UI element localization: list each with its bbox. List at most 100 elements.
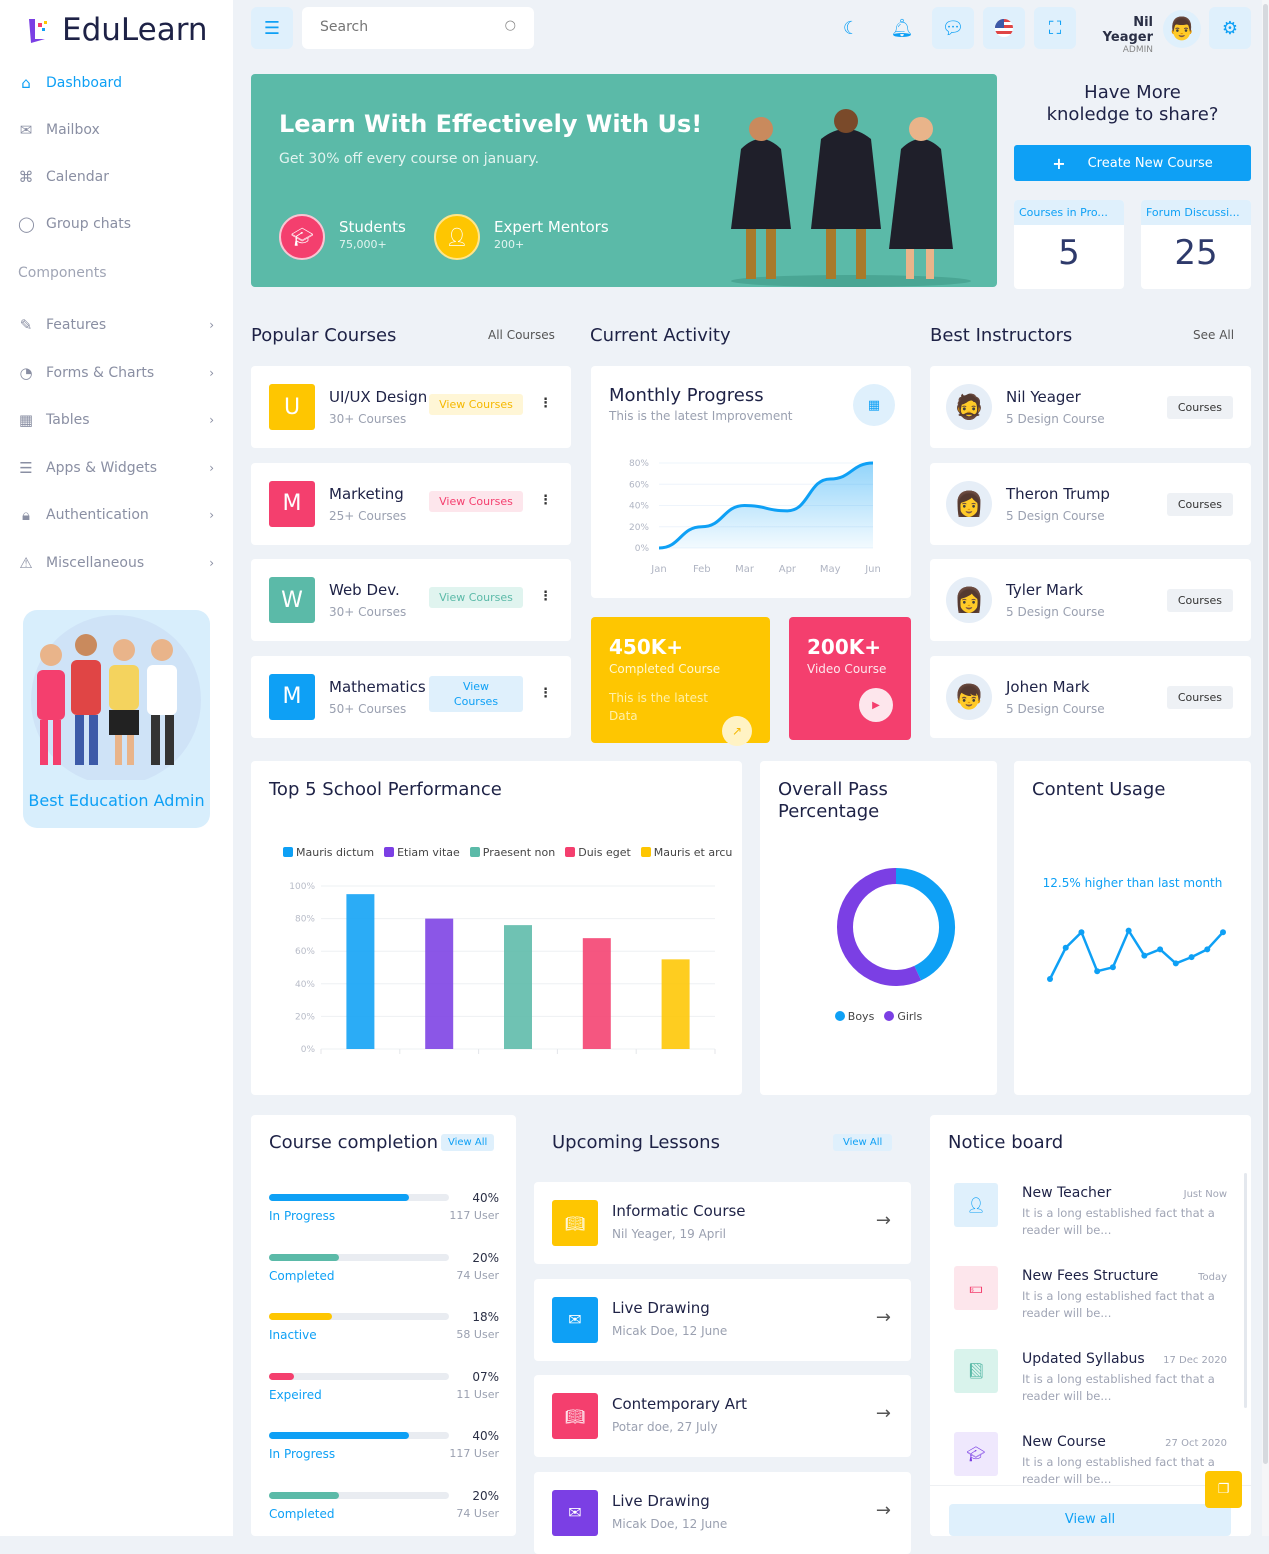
sidebar-item-tables[interactable]: ▦ Tables › xyxy=(18,411,214,429)
notice-title[interactable]: New Course xyxy=(1022,1434,1106,1450)
instructor-item[interactable]: 🧔 Nil Yeager 5 Design Course Courses xyxy=(930,366,1251,448)
stat-value: 25 xyxy=(1174,233,1218,273)
user-info[interactable]: Nil Yeager ADMIN xyxy=(1085,15,1153,55)
courses-in-progress-card[interactable]: Courses in Pro... 5 xyxy=(1014,200,1124,289)
view-all-button[interactable]: View All xyxy=(441,1134,495,1151)
logo[interactable]: EduLearn xyxy=(26,12,208,48)
page-scrollbar[interactable] xyxy=(1262,0,1269,1536)
more-options-icon[interactable]: ⋮ xyxy=(539,686,552,701)
language-button[interactable] xyxy=(983,7,1025,49)
more-options-icon[interactable]: ⋮ xyxy=(539,589,552,604)
legend-item[interactable]: Mauris dictum xyxy=(283,846,374,859)
lesson-title: Live Drawing xyxy=(612,1491,710,1510)
all-courses-link[interactable]: All Courses xyxy=(488,328,555,342)
user-count: 74 User xyxy=(456,1506,499,1520)
card-title: Course completion xyxy=(269,1132,438,1153)
user-count: 74 User xyxy=(456,1268,499,1282)
course-title: Mathematics xyxy=(329,677,426,696)
share-prompt: Have More knoledge to share? xyxy=(1014,82,1251,126)
sidebar-item-forms-charts[interactable]: ◔ Forms & Charts › xyxy=(18,364,214,382)
legend-label: Mauris et arcu xyxy=(653,846,733,859)
chat-widget-button[interactable]: ❐ xyxy=(1205,1471,1242,1508)
stat-value: 450K+ xyxy=(609,635,684,659)
course-letter-badge: M xyxy=(269,673,315,720)
stat-label: Video Course xyxy=(807,662,887,676)
bell-icon: 🔔︎ xyxy=(890,17,914,39)
notice-title[interactable]: New Teacher xyxy=(1022,1185,1111,1201)
completion-row: 40% In Progress 117 User xyxy=(269,1429,499,1461)
sidebar-item-label: Dashboard xyxy=(46,75,122,91)
lesson-item[interactable]: ✉ Live Drawing Micak Doe, 12 June → xyxy=(534,1278,911,1361)
notice-title[interactable]: New Fees Structure xyxy=(1022,1268,1158,1284)
sidebar-item-apps-widgets[interactable]: ☰ Apps & Widgets › xyxy=(18,459,214,477)
sidebar-item-mailbox[interactable]: ✉ Mailbox xyxy=(18,121,214,139)
see-all-link[interactable]: See All xyxy=(1193,328,1234,342)
notifications-button[interactable]: 🔔︎ xyxy=(881,7,923,49)
calendar-icon[interactable]: ▦ xyxy=(853,384,895,426)
settings-button[interactable]: ⚙︎ xyxy=(1209,7,1251,49)
dark-mode-button[interactable]: ☾ xyxy=(830,7,872,49)
instructor-courses: 5 Design Course xyxy=(1006,605,1105,619)
arrow-up-right-icon[interactable]: ↗ xyxy=(722,716,752,746)
view-all-button[interactable]: View All xyxy=(833,1134,893,1151)
view-all-notices-button[interactable]: View all xyxy=(949,1504,1231,1536)
view-courses-button[interactable]: View Courses xyxy=(429,394,523,415)
legend-item[interactable]: Mauris et arcu xyxy=(640,846,733,859)
courses-button[interactable]: Courses xyxy=(1166,396,1233,419)
course-count: 30+ Courses xyxy=(329,412,407,426)
courses-button[interactable]: Courses xyxy=(1166,685,1233,709)
more-options-icon[interactable]: ⋮ xyxy=(539,396,552,411)
avatar[interactable]: 👨 xyxy=(1163,10,1201,48)
sidebar-item-features[interactable]: ✎ Features › xyxy=(18,316,214,334)
view-courses-button[interactable]: View Courses xyxy=(429,587,523,608)
instructor-item[interactable]: 👩 Theron Trump 5 Design Course Courses xyxy=(930,462,1251,545)
lesson-item[interactable]: 📖︎ Informatic Course Nil Yeager, 19 Apri… xyxy=(534,1182,911,1264)
arrow-right-icon[interactable]: → xyxy=(876,1500,891,1521)
view-courses-button[interactable]: View Courses xyxy=(429,490,523,512)
instructor-name: Theron Trump xyxy=(1006,484,1110,503)
courses-button[interactable]: Courses xyxy=(1166,492,1233,516)
view-courses-button[interactable]: View Courses xyxy=(429,675,523,712)
notice-title[interactable]: Updated Syllabus xyxy=(1022,1351,1145,1367)
sidebar-item-authentication[interactable]: 🔒︎ Authentication › xyxy=(18,506,214,524)
instructor-item[interactable]: 👩 Tyler Mark 5 Design Course Courses xyxy=(930,559,1251,641)
arrow-right-icon[interactable]: → xyxy=(876,1403,891,1424)
avatar: 👦 xyxy=(946,673,992,720)
arrow-right-icon[interactable]: → xyxy=(876,1307,891,1328)
messages-button[interactable]: 💬︎ xyxy=(932,7,974,49)
sidebar-item-miscellaneous[interactable]: ⚠ Miscellaneous › xyxy=(18,554,214,572)
forum-discussions-card[interactable]: Forum Discussi... 25 xyxy=(1141,200,1251,289)
menu-toggle-button[interactable]: ☰ xyxy=(251,7,293,49)
bar-mauris-et-arcu xyxy=(661,959,690,1049)
sidebar-item-calendar[interactable]: ⌘ Calendar xyxy=(18,168,214,186)
donut-slice-boys xyxy=(895,868,955,981)
instructor-item[interactable]: 👦 Johen Mark 5 Design Course Courses xyxy=(930,655,1251,738)
chevron-right-icon: › xyxy=(209,413,214,427)
play-icon[interactable]: ▶ xyxy=(859,688,893,722)
legend-item[interactable]: Girls xyxy=(884,1010,922,1023)
search-input[interactable] xyxy=(320,19,490,35)
promo-card[interactable]: Best Education Admin xyxy=(23,610,210,828)
legend-item[interactable]: Duis eget xyxy=(565,846,631,859)
lesson-item[interactable]: ✉ Live Drawing Micak Doe, 12 June → xyxy=(534,1471,911,1554)
course-item[interactable]: U UI/UX Design 30+ Courses View Courses … xyxy=(251,366,571,448)
sidebar-item-label: Tables xyxy=(46,412,90,428)
sidebar-item-dashboard[interactable]: ⌂ Dashboard xyxy=(18,74,214,92)
create-course-button[interactable]: + Create New Course xyxy=(1014,145,1251,181)
sidebar-item-group-chats[interactable]: ◯ Group chats xyxy=(18,215,214,233)
legend-item[interactable]: Etiam vitae xyxy=(384,846,460,859)
course-item[interactable]: M Mathematics 50+ Courses View Courses ⋮ xyxy=(251,655,571,738)
scrollbar[interactable] xyxy=(1244,1173,1247,1408)
legend-item[interactable]: Praesent non xyxy=(469,846,555,859)
graduation-cap-icon: 🎓︎ xyxy=(279,214,325,260)
data-point xyxy=(1062,944,1069,951)
arrow-right-icon[interactable]: → xyxy=(876,1210,891,1231)
course-item[interactable]: M Marketing 25+ Courses View Courses ⋮ xyxy=(251,462,571,545)
lesson-item[interactable]: 📖︎ Contemporary Art Potar doe, 27 July → xyxy=(534,1375,911,1457)
search-icon[interactable]: ○ xyxy=(505,18,516,33)
legend-item[interactable]: Boys xyxy=(834,1010,874,1023)
more-options-icon[interactable]: ⋮ xyxy=(539,493,552,508)
course-item[interactable]: W Web Dev. 30+ Courses View Courses ⋮ xyxy=(251,559,571,641)
fullscreen-button[interactable]: ⛶ xyxy=(1034,7,1076,49)
courses-button[interactable]: Courses xyxy=(1166,589,1233,612)
